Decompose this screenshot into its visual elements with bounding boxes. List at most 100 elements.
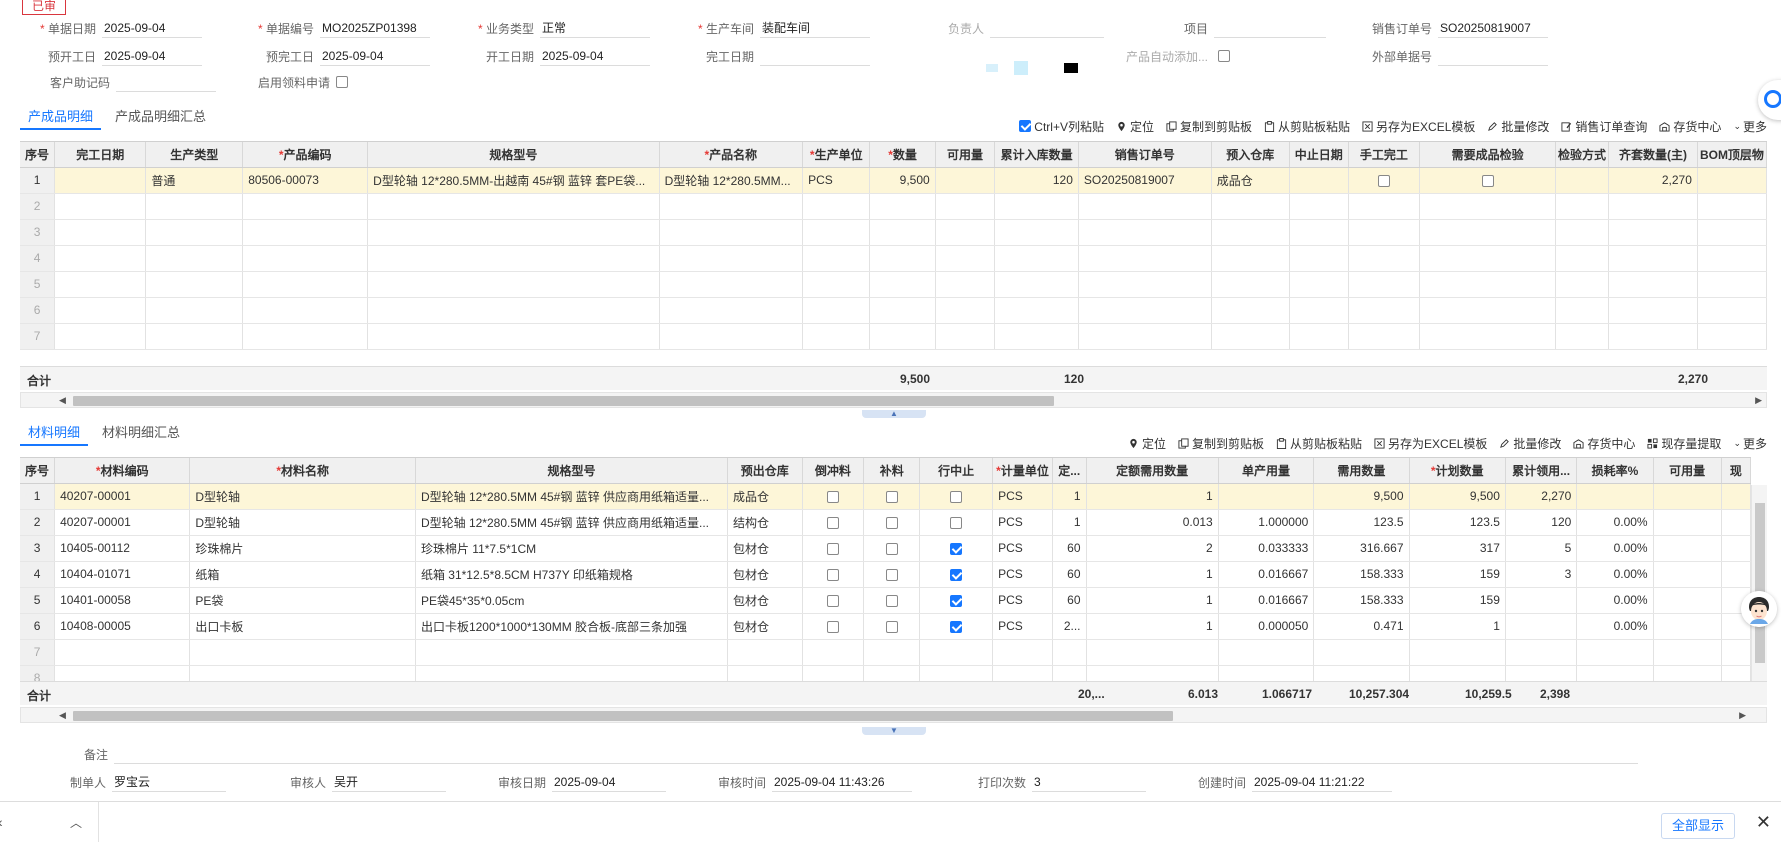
empty-cell[interactable] bbox=[1419, 297, 1556, 324]
tab-material-summary[interactable]: 材料明细汇总 bbox=[94, 422, 188, 446]
material-col-header[interactable]: *计划数量 bbox=[1409, 458, 1506, 484]
field-finish-date[interactable]: 完工日期 bbox=[664, 46, 870, 66]
empty-cell[interactable] bbox=[145, 245, 244, 272]
empty-cell[interactable] bbox=[1313, 665, 1410, 681]
empty-cell[interactable] bbox=[1078, 271, 1212, 298]
empty-cell[interactable] bbox=[1348, 271, 1421, 298]
empty-cell[interactable] bbox=[54, 245, 147, 272]
empty-cell[interactable] bbox=[242, 245, 369, 272]
inventory-center-button[interactable]: 存货中心 bbox=[1659, 118, 1721, 135]
field-doc-date[interactable]: * 单据日期 2025-09-04 bbox=[6, 18, 202, 38]
close-icon[interactable]: ✕ bbox=[1756, 812, 1771, 833]
cell-unit[interactable]: PCS bbox=[992, 509, 1053, 536]
field-biz-type[interactable]: * 业务类型 正常 bbox=[444, 18, 650, 38]
cell-name[interactable]: 出口卡板 bbox=[189, 613, 416, 640]
empty-cell[interactable] bbox=[1348, 297, 1421, 324]
empty-cell[interactable] bbox=[189, 665, 416, 681]
cell-fix[interactable]: 2... bbox=[1052, 613, 1087, 640]
empty-cell[interactable] bbox=[242, 271, 369, 298]
empty-cell[interactable] bbox=[1218, 639, 1315, 666]
cell-need[interactable]: 123.5 bbox=[1313, 509, 1410, 536]
empty-cell[interactable] bbox=[415, 665, 729, 681]
scroll-left-icon[interactable]: ◀ bbox=[59, 710, 66, 721]
cell-stock[interactable] bbox=[1721, 535, 1751, 562]
empty-cell[interactable] bbox=[1576, 665, 1654, 681]
empty-cell[interactable] bbox=[659, 323, 804, 350]
cell-plan[interactable]: 317 bbox=[1409, 535, 1506, 562]
empty-cell[interactable] bbox=[994, 245, 1079, 272]
cell-cum[interactable]: 5 bbox=[1505, 535, 1578, 562]
product-col-header[interactable]: 序号 bbox=[20, 142, 56, 168]
cell-per[interactable]: 0.033333 bbox=[1218, 535, 1315, 562]
field-sales-order[interactable]: 销售订单号 SO20250819007 bbox=[1342, 18, 1548, 38]
empty-cell[interactable] bbox=[1211, 245, 1290, 272]
empty-cell[interactable] bbox=[1289, 193, 1349, 220]
need-check-checkbox[interactable] bbox=[1481, 174, 1494, 187]
empty-cell[interactable] bbox=[242, 297, 369, 324]
empty-cell[interactable] bbox=[935, 245, 996, 272]
cell-fix[interactable]: 60 bbox=[1052, 535, 1087, 562]
empty-cell[interactable] bbox=[367, 297, 660, 324]
cell-unit[interactable]: PCS bbox=[992, 535, 1053, 562]
cell-backflush[interactable] bbox=[802, 535, 865, 562]
empty-cell[interactable] bbox=[1419, 245, 1556, 272]
empty-cell[interactable] bbox=[1211, 193, 1290, 220]
cell-unit[interactable]: PCS bbox=[992, 587, 1053, 614]
cell-avail[interactable] bbox=[1653, 613, 1722, 640]
cell-spec[interactable]: D型轮轴 12*280.5MM 45#钢 蓝锌 供应商用纸箱适量... bbox=[415, 509, 729, 536]
cell-spec[interactable]: 纸箱 31*12.5*8.5CM H737Y 印纸箱规格 bbox=[415, 561, 729, 588]
empty-cell[interactable] bbox=[1218, 665, 1315, 681]
product-col-header[interactable]: 需要成品检验 bbox=[1419, 142, 1556, 168]
cell-row-stop[interactable] bbox=[919, 587, 994, 614]
cell-cum_in[interactable]: 120 bbox=[994, 167, 1079, 194]
empty-cell[interactable] bbox=[54, 271, 147, 298]
empty-cell[interactable] bbox=[1052, 665, 1087, 681]
empty-cell[interactable] bbox=[869, 297, 936, 324]
cell-row-stop[interactable] bbox=[919, 509, 994, 536]
table-row[interactable]: 7 bbox=[20, 639, 1751, 666]
sales-order-query-button[interactable]: 销售订单查询 bbox=[1561, 118, 1647, 135]
product-col-header[interactable]: *产品编码 bbox=[242, 142, 369, 168]
product-splitter[interactable]: ▲ bbox=[862, 410, 926, 418]
enable-requisition-checkbox[interactable] bbox=[336, 76, 348, 88]
cell-row-stop[interactable] bbox=[919, 561, 994, 588]
empty-cell[interactable] bbox=[1078, 323, 1212, 350]
empty-cell[interactable] bbox=[1419, 193, 1556, 220]
empty-cell[interactable] bbox=[1078, 219, 1212, 246]
material-col-header[interactable]: 行中止 bbox=[919, 458, 994, 484]
scroll-left-icon[interactable]: ◀ bbox=[59, 395, 66, 406]
empty-cell[interactable] bbox=[54, 297, 147, 324]
mat-copy-clipboard-button[interactable]: 复制到剪贴板 bbox=[1178, 435, 1264, 452]
backflush-checkbox[interactable] bbox=[826, 568, 839, 581]
supplement-checkbox[interactable] bbox=[885, 620, 898, 633]
empty-cell[interactable] bbox=[1608, 323, 1698, 350]
empty-cell[interactable] bbox=[1211, 271, 1290, 298]
product-col-header[interactable]: 中止日期 bbox=[1289, 142, 1349, 168]
material-hscrollbar[interactable]: ◀ ▶ bbox=[20, 707, 1767, 723]
empty-cell[interactable] bbox=[54, 219, 147, 246]
empty-cell[interactable] bbox=[145, 323, 244, 350]
material-splitter[interactable]: ▼ bbox=[862, 727, 926, 735]
field-auto-add-product[interactable]: 产品自动添加... bbox=[1118, 46, 1230, 66]
cell-per[interactable] bbox=[1218, 483, 1315, 510]
cell-cum[interactable] bbox=[1505, 587, 1578, 614]
row-stop-checkbox[interactable] bbox=[950, 594, 963, 607]
table-row[interactable]: 8 bbox=[20, 665, 1751, 681]
mat-inventory-center-button[interactable]: 存货中心 bbox=[1573, 435, 1635, 452]
empty-cell[interactable] bbox=[1289, 297, 1349, 324]
cell-name[interactable]: 纸箱 bbox=[189, 561, 416, 588]
cell-wh[interactable]: 包材仓 bbox=[727, 613, 803, 640]
cell-finish_date[interactable] bbox=[54, 167, 147, 194]
table-row[interactable]: 3 10405-00112 珍珠棉片 珍珠棉片 11*7.5*1CM 包材仓 PCS 60 2… bbox=[20, 535, 1751, 562]
cell-name[interactable]: PE袋 bbox=[189, 587, 416, 614]
empty-cell[interactable] bbox=[935, 219, 996, 246]
cell-wh[interactable]: 成品仓 bbox=[1211, 167, 1290, 194]
empty-cell[interactable] bbox=[1086, 665, 1219, 681]
manual-done-checkbox[interactable] bbox=[1377, 174, 1390, 187]
empty-cell[interactable] bbox=[1409, 665, 1506, 681]
more-button[interactable]: ⌄ 更多 bbox=[1733, 118, 1767, 135]
material-col-header[interactable]: 预出仓库 bbox=[727, 458, 803, 484]
cell-avail[interactable] bbox=[1653, 561, 1722, 588]
cell-plan[interactable]: 1 bbox=[1409, 613, 1506, 640]
material-col-header[interactable]: *材料编码 bbox=[54, 458, 191, 484]
